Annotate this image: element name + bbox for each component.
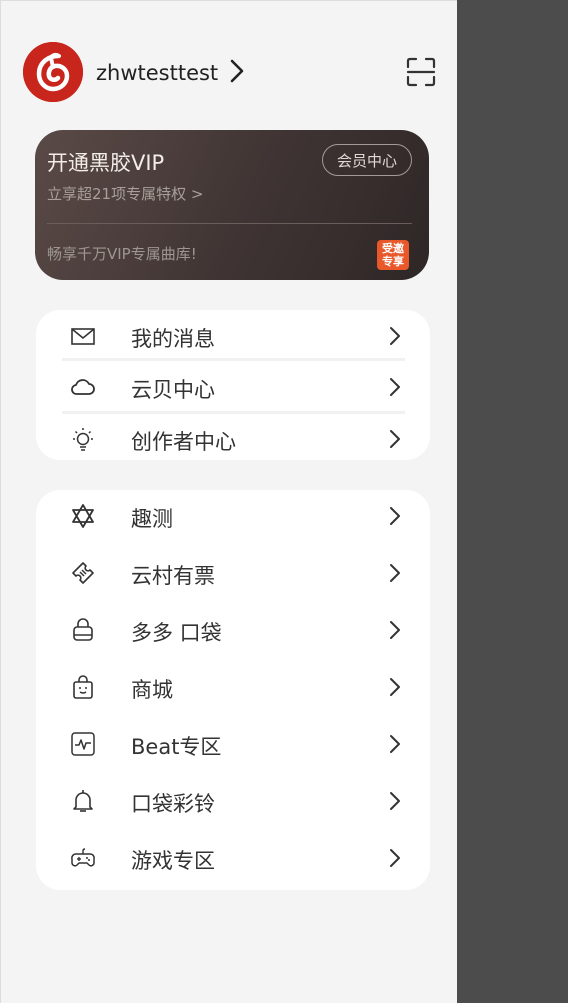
vip-title: 开通黑胶VIP xyxy=(47,151,165,175)
chevron-right-icon[interactable] xyxy=(229,58,245,84)
avatar[interactable] xyxy=(23,42,83,102)
menu-item-label: 我的消息 xyxy=(131,327,215,351)
profile-header: zhwtesttest xyxy=(23,42,443,102)
menu-item-label: 多多 口袋 xyxy=(131,621,222,645)
vip-promo-text: 畅享千万VIP专属曲库! xyxy=(47,245,197,263)
menu-item-games[interactable]: 游戏专区 xyxy=(36,832,430,884)
member-center-button[interactable]: 会员中心 xyxy=(321,144,412,176)
chevron-right-icon xyxy=(390,378,400,396)
menu-item-label: 商城 xyxy=(131,678,173,702)
side-drawer: zhwtesttest 开通黑胶VIP 立享超21项专属特权 > 会员中心 畅享… xyxy=(0,0,457,1003)
menu-item-tickets[interactable]: 云村有票 xyxy=(36,547,430,599)
menu-item-label: 创作者中心 xyxy=(131,430,236,454)
invite-exclusive-badge[interactable]: 受邀 专享 xyxy=(377,240,409,270)
vip-promo-card[interactable]: 开通黑胶VIP 立享超21项专属特权 > 会员中心 畅享千万VIP专属曲库! 受… xyxy=(35,130,429,280)
menu-item-label: 口袋彩铃 xyxy=(131,792,215,816)
vip-divider xyxy=(47,223,412,224)
menu-item-creator-center[interactable]: 创作者中心 xyxy=(36,413,430,465)
menu-item-messages[interactable]: 我的消息 xyxy=(36,310,430,362)
chevron-right-icon xyxy=(390,792,400,810)
ticket-icon xyxy=(72,562,94,584)
menu-item-yunbei[interactable]: 云贝中心 xyxy=(36,361,430,413)
menu-card-primary: 我的消息 云贝中心 创作者中心 xyxy=(36,310,430,460)
bell-icon xyxy=(73,790,93,812)
menu-item-label: 云贝中心 xyxy=(131,378,215,402)
mail-icon xyxy=(71,328,95,345)
menu-item-ringtone[interactable]: 口袋彩铃 xyxy=(36,775,430,827)
menu-item-label: Beat专区 xyxy=(131,735,222,759)
chevron-right-icon xyxy=(390,621,400,639)
shopping-bag-icon xyxy=(73,675,93,699)
scan-icon[interactable] xyxy=(406,57,436,87)
menu-item-label: 云村有票 xyxy=(131,564,215,588)
menu-item-label: 游戏专区 xyxy=(131,849,215,873)
badge-line-1: 受邀 xyxy=(382,242,404,255)
pulse-icon xyxy=(71,732,95,756)
chevron-right-icon xyxy=(390,564,400,582)
menu-item-label: 趣测 xyxy=(131,507,173,531)
menu-item-pocket[interactable]: 多多 口袋 xyxy=(36,604,430,656)
chevron-right-icon xyxy=(390,735,400,753)
menu-item-store[interactable]: 商城 xyxy=(36,661,430,713)
gamepad-icon xyxy=(71,848,95,867)
chevron-right-icon xyxy=(390,430,400,448)
vip-subtitle[interactable]: 立享超21项专属特权 > xyxy=(47,183,203,204)
menu-card-secondary: 趣测 云村有票 多多 口袋 商城 Beat专区 口袋彩铃 游戏专区 xyxy=(36,490,430,890)
dim-overlay[interactable] xyxy=(457,0,568,1003)
menu-item-quce[interactable]: 趣测 xyxy=(36,490,430,542)
star-of-david-icon xyxy=(72,504,94,528)
username[interactable]: zhwtesttest xyxy=(96,61,218,85)
menu-item-beat-zone[interactable]: Beat专区 xyxy=(36,718,430,770)
chevron-right-icon xyxy=(390,507,400,525)
chevron-right-icon xyxy=(390,849,400,867)
lightbulb-icon xyxy=(73,428,93,451)
bag-icon xyxy=(73,618,93,641)
cloud-icon xyxy=(71,379,95,395)
chevron-right-icon xyxy=(390,678,400,696)
badge-line-2: 专享 xyxy=(382,255,404,268)
netease-music-logo-icon xyxy=(23,42,83,102)
chevron-right-icon xyxy=(390,327,400,345)
